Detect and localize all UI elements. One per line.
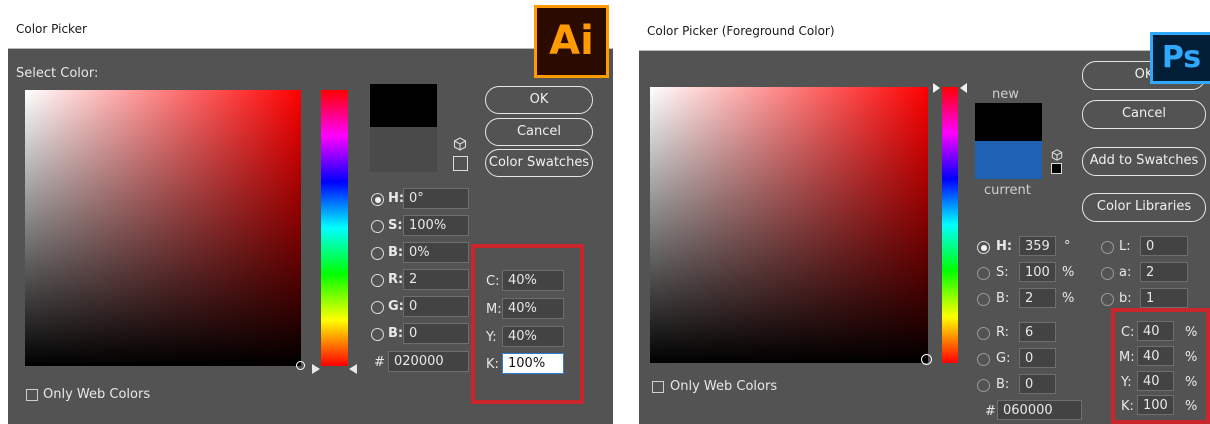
ai-label-b: B: [388,245,404,260]
ps-color-picker-dialog: Color Picker (Foreground Color) new curr… [639,14,1210,424]
ps-dialog-title: Color Picker (Foreground Color) [647,24,835,38]
web-safe-swatch[interactable] [453,156,468,171]
ps-label-a: a: [1119,265,1132,280]
ps-unit-s: % [1062,265,1075,280]
ps-label-lab-b: b: [1119,291,1132,306]
ps-unit-b: % [1062,291,1075,306]
ai-label-h: H: [388,191,405,206]
ps-hue-slider-right-arrow[interactable] [960,83,967,93]
ai-radio-b[interactable] [371,247,384,260]
ai-radio-h[interactable] [371,193,384,206]
ps-radio-blue[interactable] [977,379,990,392]
ps-field-l[interactable]: 0 [1140,236,1188,256]
ps-field-r[interactable]: 6 [1019,322,1056,342]
ps-radio-s[interactable] [977,267,990,280]
ps-hue-slider[interactable] [942,87,958,363]
ps-radio-a[interactable] [1101,267,1114,280]
ai-color-field[interactable] [25,90,301,366]
ps-label-h: H: [996,239,1013,254]
ps-hue-slider-left-arrow[interactable] [933,83,940,93]
ai-label-s: S: [388,218,403,233]
ps-label-b: B: [996,291,1010,306]
ps-color-field-marker[interactable] [921,354,932,365]
ai-hue-slider[interactable] [321,90,348,366]
ps-radio-b[interactable] [977,293,990,306]
ps-radio-g[interactable] [977,353,990,366]
photoshop-logo: Ps [1150,32,1210,84]
illustrator-logo-text: Ai [549,18,594,64]
ps-only-web-colors-checkbox[interactable] [652,381,664,393]
ps-hex-field[interactable]: 060000 [997,400,1082,420]
ai-field-r[interactable]: 2 [403,269,469,290]
ps-cmyk-highlight [1111,308,1210,424]
ps-label-g: G: [996,351,1011,366]
ps-radio-l[interactable] [1101,241,1114,254]
ps-web-safe-swatch[interactable] [1051,163,1062,174]
ps-field-b[interactable]: 2 [1019,288,1056,308]
ai-label-g: G: [388,299,404,314]
ps-unit-h: ° [1064,239,1071,254]
ai-radio-s[interactable] [371,220,384,233]
ps-cancel-button[interactable]: Cancel [1082,100,1206,129]
ps-out-of-gamut-cube-icon[interactable] [1051,148,1063,161]
ps-field-s[interactable]: 100 [1019,262,1056,282]
ps-color-libraries-button[interactable]: Color Libraries [1082,193,1206,222]
ps-new-label: new [992,87,1019,102]
ai-color-picker-dialog: Color Picker Select Color: OK Cancel Col… [8,12,613,424]
illustrator-logo: Ai [534,5,609,78]
ps-label-s: S: [996,265,1009,280]
ai-only-web-colors-checkbox[interactable] [26,389,38,401]
ai-dialog-title: Color Picker [16,22,87,36]
ai-field-g[interactable]: 0 [403,296,469,317]
ps-radio-h[interactable] [977,241,990,254]
ai-only-web-colors-label: Only Web Colors [43,387,151,402]
ps-field-lab-b[interactable]: 1 [1140,288,1188,308]
ai-select-color-label: Select Color: [16,66,99,81]
ps-field-a[interactable]: 2 [1140,262,1188,282]
ps-only-web-colors-label: Only Web Colors [670,379,778,394]
ai-label-r: R: [388,272,404,287]
ai-color-field-marker[interactable] [296,361,305,370]
ps-field-h[interactable]: 359 [1019,236,1056,256]
ps-radio-r[interactable] [977,327,990,340]
out-of-gamut-cube-icon[interactable] [453,137,467,151]
ai-field-s[interactable]: 100% [403,215,469,236]
ai-hex-label: # [374,355,385,370]
cancel-button[interactable]: Cancel [485,118,593,146]
ai-current-color-swatch[interactable] [370,127,437,172]
ps-field-g[interactable]: 0 [1019,348,1056,368]
ps-label-r: R: [996,325,1010,340]
ps-color-field[interactable] [650,87,928,363]
ai-field-h[interactable]: 0° [403,188,469,209]
ai-field-blue[interactable]: 0 [403,323,469,344]
ps-current-color-swatch[interactable] [975,141,1042,179]
ai-hue-slider-right-arrow[interactable] [349,364,357,374]
ps-current-label: current [984,183,1031,198]
ps-titlebar: Color Picker (Foreground Color) [639,14,1210,51]
ai-cmyk-highlight [471,244,584,404]
ai-radio-g[interactable] [371,301,384,314]
ps-hex-label: # [985,404,996,419]
ok-button[interactable]: OK [485,86,593,114]
ai-radio-blue[interactable] [371,328,384,341]
ps-field-blue[interactable]: 0 [1019,374,1056,394]
ai-new-color-swatch [370,84,437,127]
ps-label-l: L: [1119,239,1131,254]
color-swatches-button[interactable]: Color Swatches [485,149,593,177]
photoshop-logo-text: Ps [1161,40,1202,75]
ai-titlebar: Color Picker [8,12,613,49]
ps-radio-lab-b[interactable] [1101,293,1114,306]
ps-label-blue: B: [996,377,1010,392]
ai-radio-r[interactable] [371,274,384,287]
ai-field-b[interactable]: 0% [403,242,469,263]
ai-label-blue: B: [388,326,404,341]
ps-new-color-swatch [975,103,1042,141]
ai-hex-field[interactable]: 020000 [388,351,469,372]
ai-hue-slider-left-arrow[interactable] [312,364,320,374]
ps-add-to-swatches-button[interactable]: Add to Swatches [1082,147,1206,176]
